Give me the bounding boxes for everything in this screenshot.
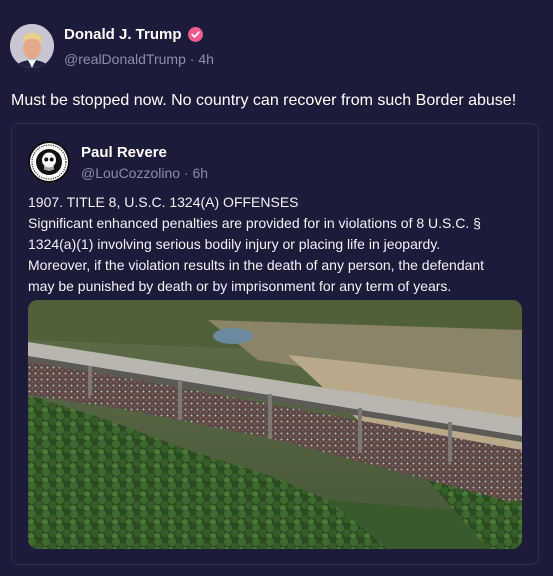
quoted-post-text: 1907. TITLE 8, U.S.C. 1324(A) OFFENSES S… <box>28 192 528 297</box>
post-card: Donald J. Trump @realDonaldTrump · 4h Mu… <box>0 0 553 576</box>
author-handle[interactable]: @realDonaldTrump <box>64 51 186 67</box>
quoted-text-line: may be punished by death or by imprisonm… <box>28 278 452 294</box>
author-meta: @realDonaldTrump · 4h <box>64 51 214 67</box>
quoted-text-line: 1907. TITLE 8, U.S.C. 1324(A) OFFENSES <box>28 194 299 210</box>
quoted-post-time[interactable]: 6h <box>193 165 209 181</box>
author-avatar[interactable] <box>10 24 54 68</box>
quoted-author-name[interactable]: Paul Revere <box>81 144 167 161</box>
quoted-post[interactable]: Paul Revere @LouCozzolino · 6h 1907. TIT… <box>11 123 539 565</box>
verified-badge-icon <box>187 27 203 42</box>
quoted-text-line: 1324(a)(1) involving serious bodily inju… <box>28 236 441 252</box>
post-text: Must be stopped now. No country can reco… <box>11 92 517 109</box>
quoted-text-line: Moreover, if the violation results in th… <box>28 257 485 273</box>
author-name[interactable]: Donald J. Trump <box>64 26 182 43</box>
quoted-post-image[interactable] <box>28 300 522 549</box>
quoted-author-handle[interactable]: @LouCozzolino <box>81 165 180 181</box>
post-time[interactable]: 4h <box>198 51 214 67</box>
meta-separator: · <box>185 51 199 67</box>
quoted-meta-separator: · <box>180 165 193 181</box>
quoted-author-meta: @LouCozzolino · 6h <box>81 165 208 181</box>
quoted-text-line: Significant enhanced penalties are provi… <box>28 215 481 231</box>
quoted-author-avatar[interactable] <box>28 141 70 183</box>
